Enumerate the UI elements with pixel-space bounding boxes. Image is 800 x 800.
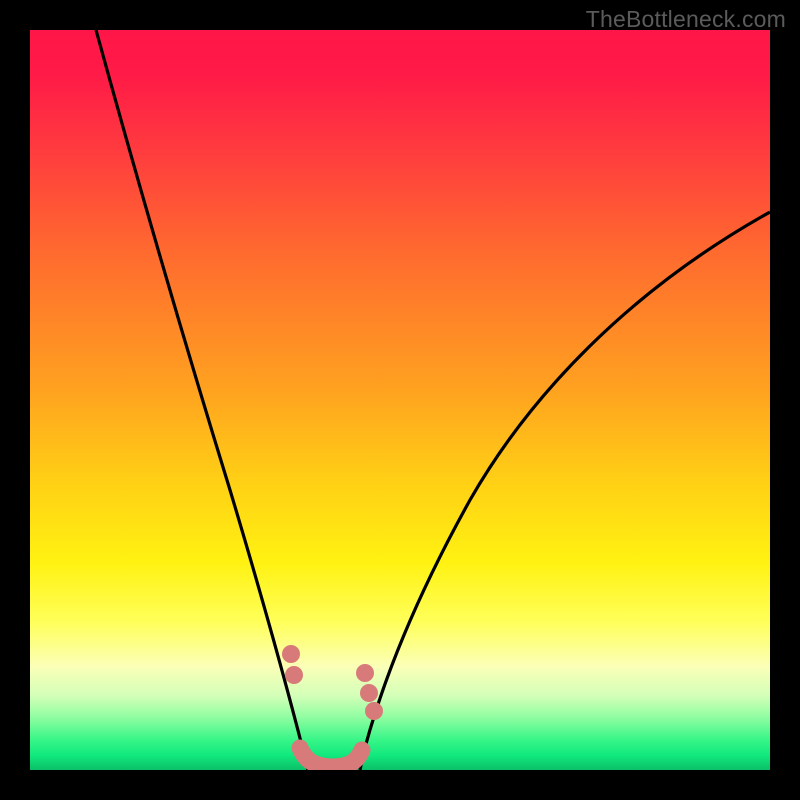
chart-frame: TheBottleneck.com [0, 0, 800, 800]
left-curve [96, 30, 308, 770]
dot-right-2 [360, 684, 378, 702]
bottom-band [300, 748, 362, 767]
dot-left-2 [285, 666, 303, 684]
watermark-text: TheBottleneck.com [586, 6, 786, 33]
dot-left-1 [282, 645, 300, 663]
right-curve [360, 212, 770, 770]
chart-svg [30, 30, 770, 770]
dot-right-3 [365, 702, 383, 720]
dot-right-1 [356, 664, 374, 682]
plot-area [30, 30, 770, 770]
